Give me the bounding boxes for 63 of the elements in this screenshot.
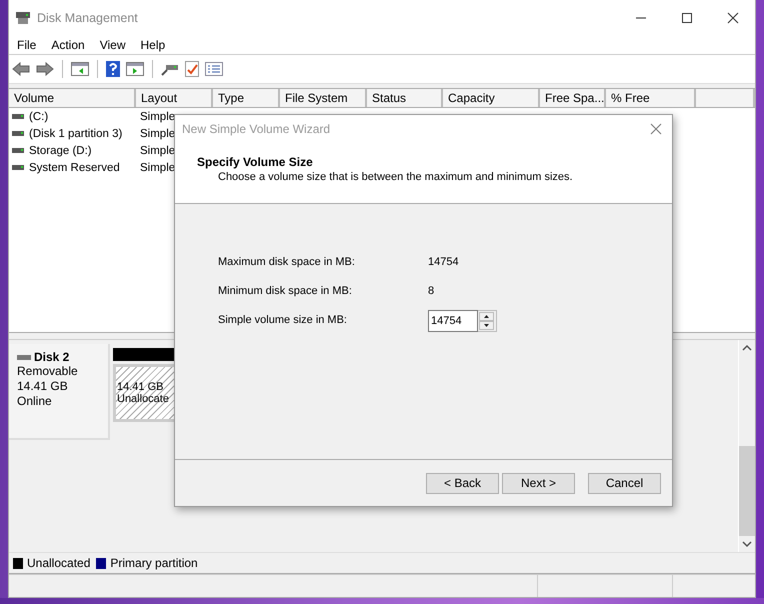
field-label: Simple volume size in MB: — [218, 314, 348, 328]
wizard-description: Choose a volume size that is between the maximum and minimum sizes. — [217, 171, 574, 183]
wizard-button[interactable]: Cancel — [588, 472, 661, 494]
column-header[interactable]: Capacity — [443, 89, 540, 107]
drive-icon[interactable] — [161, 62, 179, 76]
maximize-icon[interactable] — [681, 12, 693, 24]
table-cell: System Reserved — [29, 162, 120, 174]
scrollbar[interactable] — [738, 340, 755, 552]
help-icon[interactable] — [106, 61, 120, 77]
table-cell: (Disk 1 partition 3) — [29, 128, 122, 140]
menu-item[interactable]: Help — [134, 36, 172, 54]
column-header[interactable]: Layout — [136, 89, 213, 107]
panel-icon[interactable] — [71, 62, 89, 76]
field-label: Maximum disk space in MB: — [218, 256, 356, 270]
field-label: Minimum disk space in MB: — [218, 285, 353, 299]
list-icon[interactable] — [205, 62, 223, 76]
back-arrow-icon[interactable] — [12, 62, 30, 76]
partition-size: 14.41 GB — [117, 381, 164, 393]
dialog-title: New Simple Volume Wizard — [182, 122, 330, 136]
column-header[interactable]: Free Spa... — [540, 89, 606, 107]
table-cell: Simple — [140, 162, 176, 174]
drive-icon — [17, 354, 31, 360]
drive-icon — [12, 165, 24, 170]
table-cell: Simple — [140, 144, 176, 156]
column-header[interactable]: File System — [280, 89, 367, 107]
drive-icon — [12, 148, 24, 153]
partition-label: Unallocate — [117, 393, 170, 405]
column-header[interactable]: Volume — [9, 89, 136, 107]
column-header[interactable]: % Free — [606, 89, 696, 107]
disk-detail: 14.41 GB — [17, 379, 69, 394]
volume-size-field[interactable]: 14754 — [428, 310, 478, 332]
drive-icon — [12, 131, 24, 136]
table-cell: Storage (D:) — [29, 144, 92, 156]
spin-up-icon[interactable] — [479, 312, 494, 321]
disk-detail: Online — [17, 394, 53, 409]
drive-icon — [12, 114, 24, 119]
wizard-heading: Specify Volume Size — [197, 155, 314, 169]
wizard-button[interactable]: Next > — [502, 472, 575, 494]
column-header[interactable]: Type — [213, 89, 280, 107]
table-cell: Simple — [140, 110, 176, 122]
scroll-up-icon[interactable] — [742, 344, 752, 352]
menu-item[interactable]: View — [94, 36, 132, 54]
close-icon[interactable] — [727, 12, 739, 24]
table-cell: Simple — [140, 128, 176, 140]
scroll-down-icon[interactable] — [742, 540, 752, 548]
spin-down-icon[interactable] — [479, 321, 494, 330]
panel-icon[interactable] — [126, 62, 144, 76]
menu-item[interactable]: Action — [45, 36, 91, 54]
window-title: Disk Management — [37, 11, 139, 25]
legend-label: Unallocated — [27, 556, 90, 570]
checklist-icon[interactable] — [185, 61, 199, 77]
disk-name: Disk 2 — [34, 350, 70, 364]
scroll-thumb[interactable] — [739, 446, 755, 536]
wizard-button[interactable]: < Back — [426, 472, 499, 494]
forward-arrow-icon[interactable] — [36, 62, 54, 76]
legend-label: Primary partition — [110, 556, 198, 570]
disk-detail: Removable — [17, 364, 79, 379]
table-cell: (C:) — [29, 110, 48, 122]
disk-management-icon — [15, 11, 31, 25]
field-value: 14754 — [428, 256, 459, 270]
field-value: 8 — [428, 285, 434, 299]
menu-item[interactable]: File — [11, 36, 42, 54]
column-header[interactable]: Status — [367, 89, 443, 107]
